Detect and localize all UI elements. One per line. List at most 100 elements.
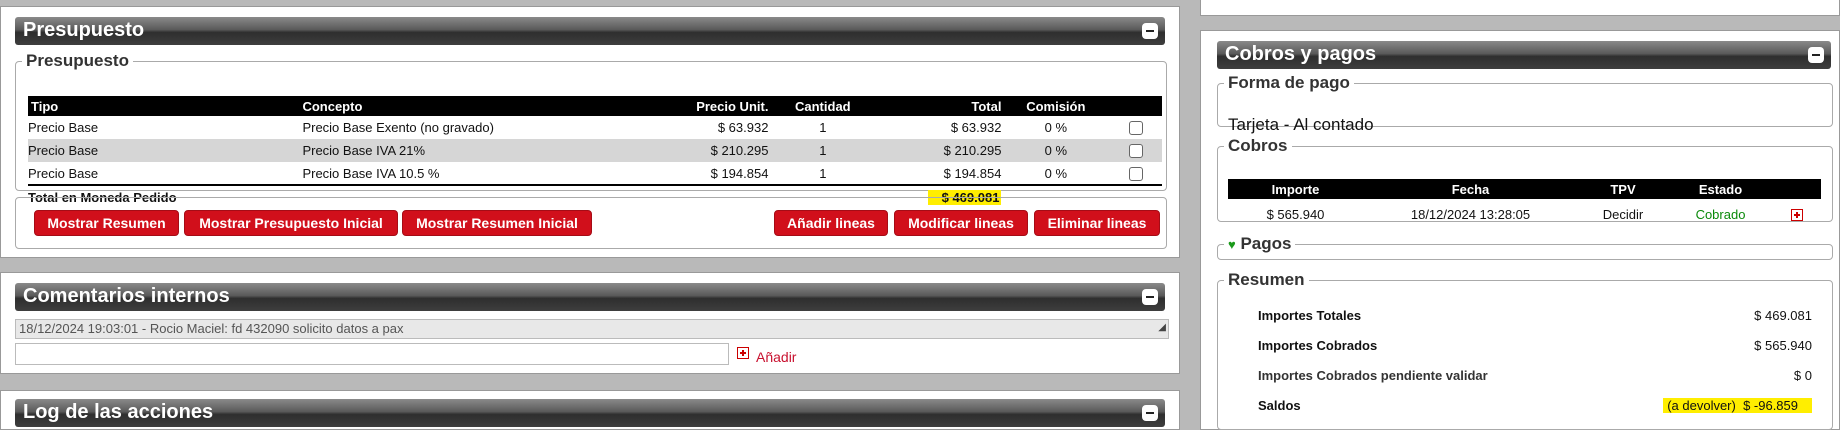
cell-comision: 0 % [1044,120,1068,135]
presupuesto-legend: Presupuesto [26,51,129,70]
comment-entry[interactable]: 18/12/2024 19:03:01 - Rocio Maciel: fd 4… [15,319,1169,339]
col-action [1773,179,1821,199]
col-tipo: Tipo [28,96,303,116]
resumen-row: Importes Cobrados $ 565.940 [1258,338,1812,358]
cell-tipo: Precio Base [28,120,99,135]
cell-cantidad: 1 [819,165,827,181]
resumen-value: $ 469.081 [1754,308,1812,323]
cell-precio: $ 210.295 [649,139,769,162]
collapse-icon[interactable] [1808,47,1824,63]
anadir-link[interactable]: Añadir [756,349,796,365]
cell-comision: 0 % [1001,139,1111,162]
col-cantidad: Cantidad [768,96,878,116]
comentarios-panel: Comentarios internos 18/12/2024 19:03:01… [0,272,1180,374]
eliminar-lineas-button[interactable]: Eliminar lineas [1034,210,1160,236]
pagos-fieldset: ♥ Pagos [1217,234,1833,260]
log-panel: Log de las acciones [0,390,1180,430]
comentarios-title: Comentarios internos [23,285,230,307]
top-panel-fragment [1200,0,1840,16]
col-tpv: TPV [1578,179,1668,199]
resumen-label: Importes Totales [1258,308,1362,323]
cobros-fieldset: Cobros Importe Fecha TPV Estado $ 565.94… [1217,136,1833,222]
collapse-icon[interactable] [1142,23,1158,39]
heart-icon: ♥ [1228,237,1236,252]
collapse-icon[interactable] [1142,405,1158,421]
col-comision: Comisión [1001,96,1111,116]
col-estado: Estado [1668,179,1773,199]
cobros-pagos-panel: Cobros y pagos Forma de pago Tarjeta - A… [1200,30,1840,430]
cell-total: $ 210.295 [877,139,1002,162]
anadir-lineas-button[interactable]: Añadir lineas [774,210,888,236]
resumen-fieldset: Resumen Importes Totales $ 469.081 Impor… [1217,270,1833,430]
table-row: Precio Base Precio Base IVA 21% $ 210.29… [28,139,1162,162]
row-checkbox[interactable] [1129,144,1144,159]
presupuesto-panel: Presupuesto Presupuesto Tipo Concepto Pr… [0,6,1180,258]
forma-pago-fieldset: Forma de pago Tarjeta - Al contado [1217,73,1833,134]
cell-fecha: 18/12/2024 13:28:05 [1410,206,1531,222]
presupuesto-table: Tipo Concepto Precio Unit. Cantidad Tota… [28,96,1162,208]
cobros-legend: Cobros [1228,136,1288,155]
col-select [1110,96,1162,116]
presupuesto-fieldset: Presupuesto Tipo Concepto Precio Unit. C… [15,51,1167,205]
resumen-row: Importes Totales $ 469.081 [1258,308,1812,328]
cell-total: $ 63.932 [950,120,1002,135]
cell-precio: $ 194.854 [710,165,769,181]
add-plus-icon[interactable] [737,347,749,359]
cell-estado: Cobrado [1695,206,1746,222]
right-column: Cobros y pagos Forma de pago Tarjeta - A… [1200,0,1840,430]
mostrar-presupuesto-inicial-button[interactable]: Mostrar Presupuesto Inicial [184,210,398,236]
cell-tpv: Decidir [1602,206,1644,222]
cell-concepto: Precio Base Exento (no gravado) [302,120,494,135]
expand-plus-icon[interactable] [1791,209,1803,222]
cell-concepto: Precio Base IVA 21% [302,139,650,162]
modificar-lineas-button[interactable]: Modificar lineas [894,210,1028,236]
col-precio-unit: Precio Unit. [649,96,769,116]
cell-cantidad: 1 [819,120,827,135]
cell-importe: $ 565.940 [1266,206,1325,222]
resumen-label: Saldos [1258,398,1301,413]
resumen-label: Importes Cobrados [1258,338,1378,353]
log-title: Log de las acciones [23,401,214,423]
col-fecha: Fecha [1363,179,1578,199]
cobros-table: Importe Fecha TPV Estado $ 565.940 18/12… [1228,179,1821,229]
col-total: Total [877,96,1002,116]
resumen-value: $ 565.940 [1754,338,1812,353]
cell-cantidad: 1 [768,139,878,162]
resumen-label: Importes Cobrados pendiente validar [1258,368,1488,383]
col-concepto: Concepto [302,96,650,116]
cell-precio: $ 63.932 [717,120,769,135]
row-checkbox[interactable] [1129,121,1144,136]
presupuesto-actions: Mostrar Resumen Mostrar Presupuesto Inic… [15,197,1167,249]
forma-pago-legend: Forma de pago [1228,73,1350,92]
resize-grip-icon[interactable]: ◢ [1158,319,1166,337]
cell-total: $ 194.854 [943,165,1002,181]
col-importe: Importe [1228,179,1363,199]
resumen-value: $ 0 [1793,368,1812,383]
presupuesto-title: Presupuesto [23,19,145,41]
cell-tipo: Precio Base [28,165,99,181]
comment-text: 18/12/2024 19:03:01 - Rocio Maciel: fd 4… [19,321,404,336]
resumen-row: Saldos (a devolver) $ -96.859 [1258,398,1812,418]
presupuesto-header: Presupuesto [15,17,1165,45]
cell-tipo: Precio Base [28,139,303,162]
table-row: $ 565.940 18/12/2024 13:28:05 Decidir Co… [1228,199,1821,229]
row-checkbox[interactable] [1129,166,1144,181]
saldo-value: (a devolver) $ -96.859 [1663,398,1812,413]
cell-comision: 0 % [1044,165,1068,181]
mostrar-resumen-inicial-button[interactable]: Mostrar Resumen Inicial [402,210,592,236]
table-row: Precio Base Precio Base Exento (no grava… [28,116,1162,139]
comentarios-header: Comentarios internos [15,283,1165,311]
pagos-legend: Pagos [1240,234,1292,253]
resumen-legend: Resumen [1228,270,1305,289]
cell-concepto: Precio Base IVA 10.5 % [302,165,440,181]
cobros-pagos-header: Cobros y pagos [1217,41,1831,69]
comment-input[interactable] [15,343,729,365]
left-column: Presupuesto Presupuesto Tipo Concepto Pr… [0,0,1180,430]
resumen-row: Importes Cobrados pendiente validar $ 0 [1258,368,1812,388]
log-header: Log de las acciones [15,399,1165,427]
forma-pago-value: Tarjeta - Al contado [1228,115,1374,134]
cobros-pagos-title: Cobros y pagos [1225,43,1377,65]
table-row: Precio Base Precio Base IVA 10.5 % $ 194… [28,162,1162,185]
mostrar-resumen-button[interactable]: Mostrar Resumen [34,210,179,236]
collapse-icon[interactable] [1142,289,1158,305]
